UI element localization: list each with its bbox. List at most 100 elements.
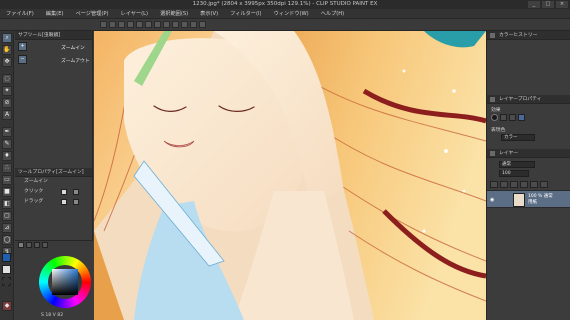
move-tool-icon[interactable]: ✥ xyxy=(2,57,12,67)
figure-tool-icon[interactable]: ▢ xyxy=(2,211,12,221)
border-effect-icon[interactable] xyxy=(491,114,498,121)
hue-ring[interactable] xyxy=(39,256,91,308)
color-wheel-tab-icon[interactable] xyxy=(18,242,24,248)
color-history-title: カラーヒストリー xyxy=(499,33,538,38)
new-raster-layer-icon[interactable] xyxy=(490,181,498,188)
new-folder-icon[interactable] xyxy=(510,181,518,188)
undo-icon[interactable] xyxy=(127,21,134,28)
brush-tool-icon[interactable]: ♦ xyxy=(2,151,12,161)
property-row-click[interactable]: クリック xyxy=(15,187,92,197)
snap-ruler-icon[interactable] xyxy=(181,21,188,28)
layer-panel-icon xyxy=(490,151,495,156)
color-set-icon[interactable]: ◆ xyxy=(2,301,12,311)
subtool-zoom-out[interactable]: − ズームアウト xyxy=(15,53,92,66)
color-history-tab[interactable]: カラーヒストリー xyxy=(487,31,570,40)
window-title: 1230.jpg* (2804 x 3995px 350dpi 129.1%) … xyxy=(192,1,378,7)
menu-selection[interactable]: 選択範囲(S) xyxy=(154,9,194,18)
magic-wand-icon[interactable]: ✦ xyxy=(2,86,12,96)
option-zoom-out-icon[interactable] xyxy=(73,189,79,195)
expression-color-label: 表現色 xyxy=(491,128,506,133)
subtool-label: ズームアウト xyxy=(61,59,90,64)
maximize-button[interactable]: □ xyxy=(542,1,554,8)
lock-layer-icon[interactable] xyxy=(520,181,528,188)
property-label: クリック xyxy=(24,189,44,194)
menu-window[interactable]: ウィンドウ(W) xyxy=(268,9,315,18)
layer-property-tab[interactable]: レイヤープロパティ xyxy=(487,95,570,104)
ruler-tool-icon[interactable]: ⊿ xyxy=(2,223,12,233)
intermediate-color-tab-icon[interactable] xyxy=(42,242,48,248)
gradient-tool-icon[interactable]: ◧ xyxy=(2,199,12,209)
option-drag-zoom-icon[interactable] xyxy=(61,199,67,205)
opacity-field[interactable]: 100 xyxy=(499,170,529,177)
fill-selection-icon[interactable] xyxy=(163,21,170,28)
tool-property-subtitle: ズームイン xyxy=(24,179,48,184)
layer-panel-tab[interactable]: レイヤー xyxy=(487,149,570,158)
option-drag-area-icon[interactable] xyxy=(73,199,79,205)
tool-bar: ⌕ ✋ ✥ ◌ ✦ ⊘ A ✒ ✎ ♦ ∴ ▭ ■ ◧ ▢ ⊿ ◯ ↯ ◆ xyxy=(0,31,14,320)
eraser-tool-icon[interactable]: ▭ xyxy=(2,175,12,185)
sub-color-swatch[interactable] xyxy=(2,265,11,274)
layer-property-icon xyxy=(490,97,495,102)
new-vector-layer-icon[interactable] xyxy=(500,181,508,188)
lasso-tool-icon[interactable]: ◌ xyxy=(2,74,12,84)
layer-color-icon[interactable] xyxy=(518,114,525,121)
layer-thumbnail xyxy=(513,193,525,207)
eyedropper-icon[interactable]: ⊘ xyxy=(2,98,12,108)
subtool-title: サブツール[虫眼鏡] xyxy=(15,31,92,40)
hand-tool-icon[interactable]: ✋ xyxy=(2,45,12,55)
color-slider-tab-icon[interactable] xyxy=(26,242,32,248)
extract-line-icon[interactable] xyxy=(500,114,507,121)
fill-tool-icon[interactable]: ■ xyxy=(2,187,12,197)
menu-layer[interactable]: レイヤー(L) xyxy=(115,9,155,18)
expression-color-dropdown[interactable]: カラー xyxy=(501,134,535,141)
balloon-tool-icon[interactable]: ◯ xyxy=(2,235,12,245)
text-tool-icon[interactable]: A xyxy=(2,110,12,120)
layer-blend-info: 100 % 通常 xyxy=(528,194,553,199)
delete-layer-icon[interactable] xyxy=(540,181,548,188)
main-color-swatch[interactable] xyxy=(2,253,11,262)
airbrush-tool-icon[interactable]: ∴ xyxy=(2,163,12,173)
subtool-zoom-in[interactable]: + ズームイン xyxy=(15,40,92,53)
snap-grid-icon[interactable] xyxy=(199,21,206,28)
zoom-out-icon: − xyxy=(18,55,27,64)
close-button[interactable]: × xyxy=(556,1,568,8)
clear-outside-icon[interactable] xyxy=(154,21,161,28)
menu-help[interactable]: ヘルプ(H) xyxy=(315,9,351,18)
transform-icon[interactable] xyxy=(172,21,179,28)
blend-mode-dropdown[interactable]: 通常 xyxy=(499,161,535,168)
menu-file[interactable]: ファイル(F) xyxy=(0,9,40,18)
right-panel: カラーヒストリー レイヤープロパティ 効果 表現色 カラー レイヤー 通常 10… xyxy=(486,31,570,320)
tool-property-title: ツールプロパティ[ズームイン] xyxy=(15,168,92,177)
mask-icon[interactable] xyxy=(530,181,538,188)
zoom-in-icon: + xyxy=(18,42,27,51)
zoom-tool-icon[interactable]: ⌕ xyxy=(2,33,12,43)
transparent-color-swatch[interactable] xyxy=(2,277,11,286)
saturation-value-square[interactable] xyxy=(52,269,78,295)
open-icon[interactable] xyxy=(109,21,116,28)
snap-guide-icon[interactable] xyxy=(190,21,197,28)
pen-tool-icon[interactable]: ✒ xyxy=(2,127,12,137)
menu-edit[interactable]: 編集(E) xyxy=(40,9,70,18)
color-history-area[interactable] xyxy=(487,40,570,95)
property-row-drag[interactable]: ドラッグ xyxy=(15,197,92,207)
blend-mode-value: 通常 xyxy=(502,162,511,167)
visibility-eye-icon[interactable]: ◉ xyxy=(490,197,494,203)
menu-filter[interactable]: フィルター(I) xyxy=(224,9,267,18)
option-zoom-in-icon[interactable] xyxy=(61,189,67,195)
layer-row[interactable]: ◉ 100 % 通常 用紙 xyxy=(487,190,570,208)
hsv-readout: S 18 V 82 xyxy=(41,313,64,318)
artwork-illustration xyxy=(94,31,486,320)
menu-page[interactable]: ページ管理(P) xyxy=(70,9,115,18)
new-file-icon[interactable] xyxy=(100,21,107,28)
minimize-button[interactable]: _ xyxy=(528,1,540,8)
clear-icon[interactable] xyxy=(145,21,152,28)
pencil-tool-icon[interactable]: ✎ xyxy=(2,139,12,149)
menu-view[interactable]: 表示(V) xyxy=(194,9,224,18)
title-bar: 1230.jpg* (2804 x 3995px 350dpi 129.1%) … xyxy=(0,0,570,9)
color-set-tab-icon[interactable] xyxy=(34,242,40,248)
redo-icon[interactable] xyxy=(136,21,143,28)
save-icon[interactable] xyxy=(118,21,125,28)
tone-icon[interactable] xyxy=(509,114,516,121)
drawing-canvas[interactable] xyxy=(94,31,486,320)
layer-name: 用紙 xyxy=(528,199,537,205)
